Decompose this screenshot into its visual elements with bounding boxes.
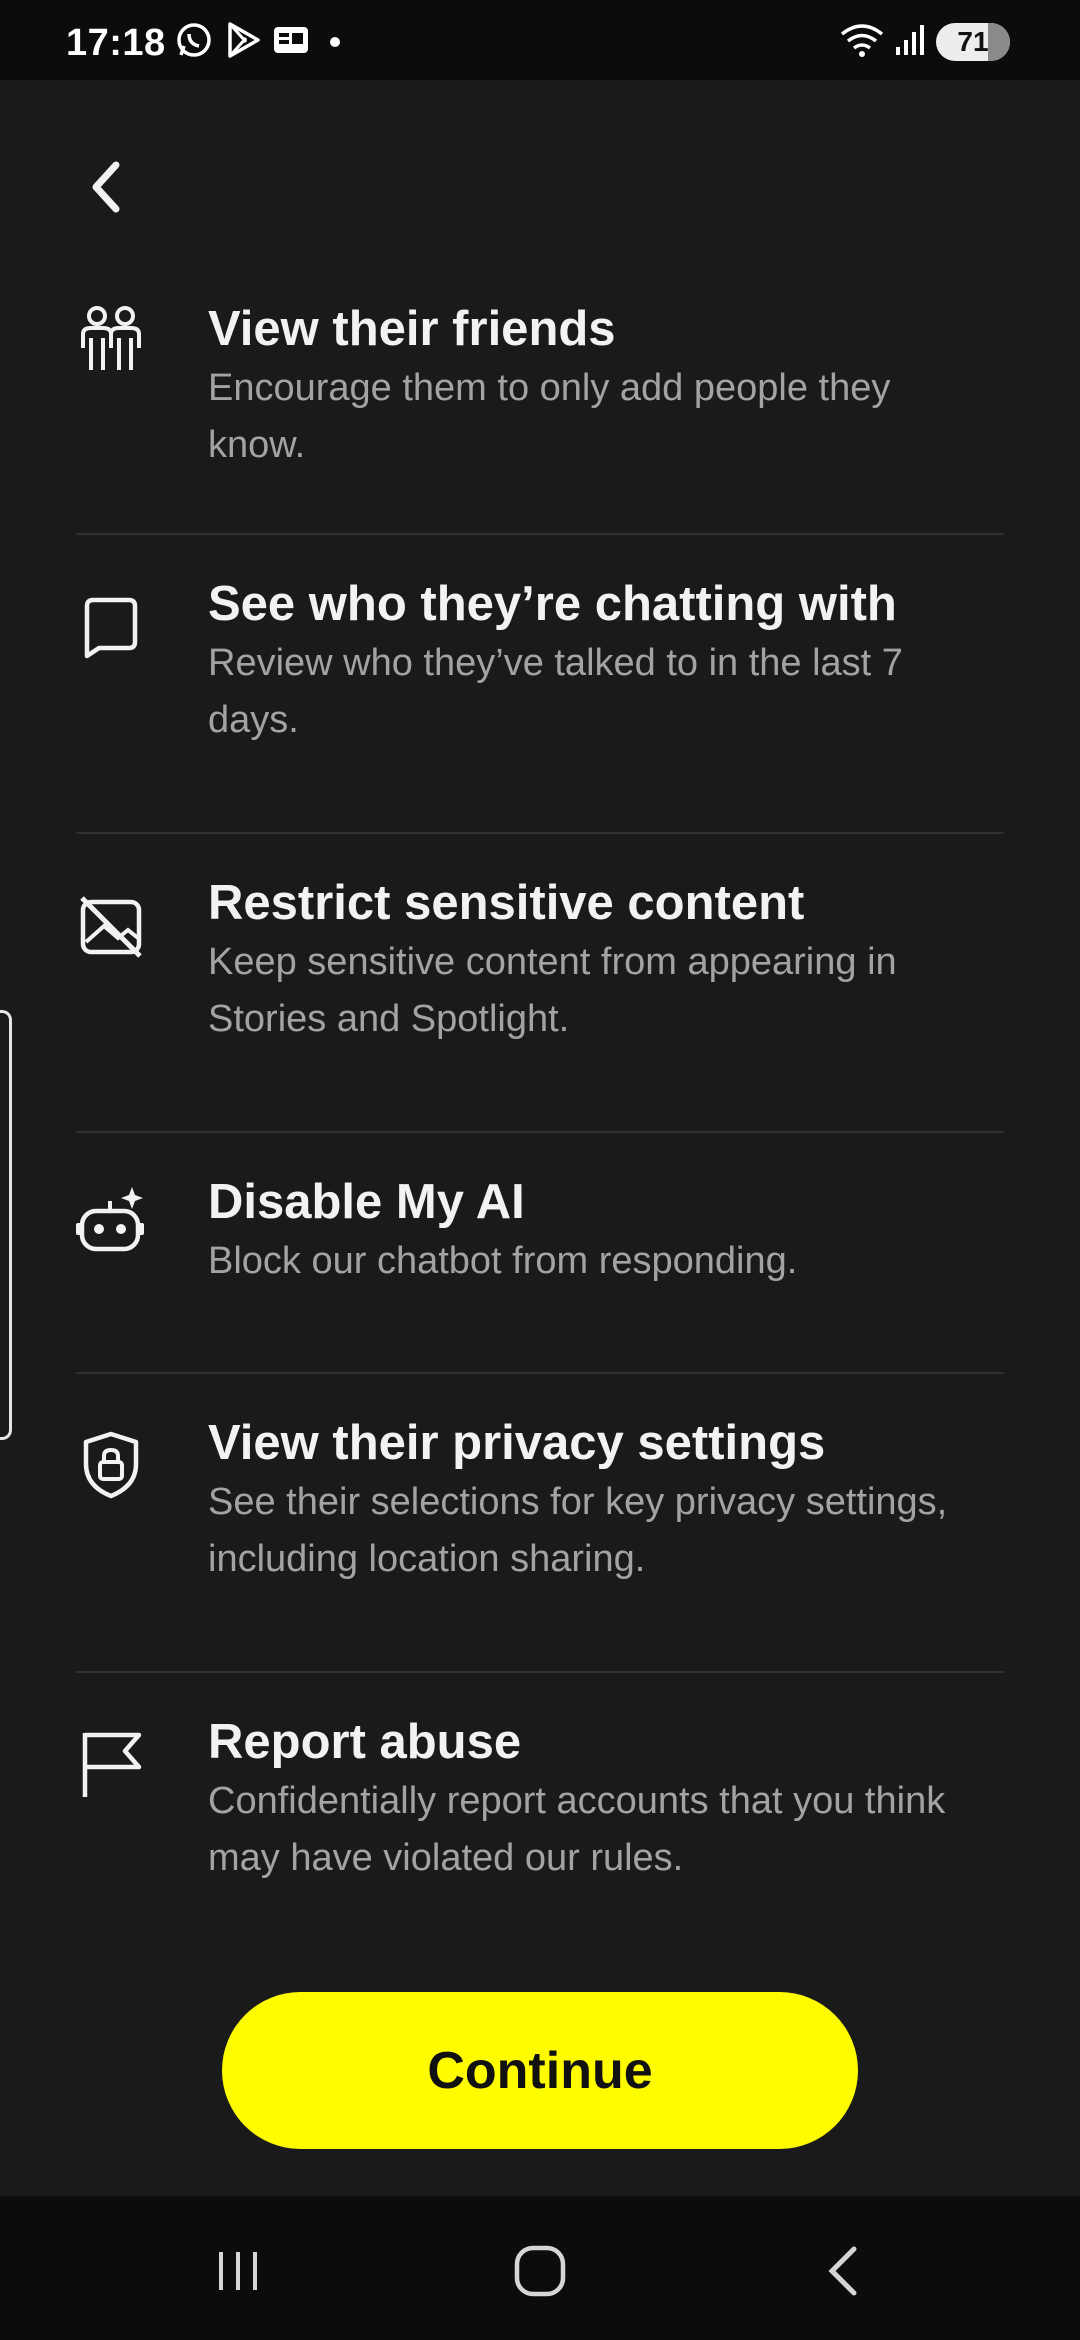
feature-chatting: See who they’re chatting with Review who… bbox=[76, 535, 1004, 834]
feature-description: Block our chatbot from responding. bbox=[208, 1240, 798, 1282]
friends-icon bbox=[76, 304, 146, 374]
home-button[interactable] bbox=[500, 2238, 580, 2304]
robot-icon bbox=[76, 1185, 146, 1255]
signal-icon bbox=[894, 23, 926, 62]
feature-title: Disable My AI bbox=[208, 1175, 525, 1229]
feature-description: Confidentially report accounts that you … bbox=[208, 1780, 946, 1879]
feature-title: View their privacy settings bbox=[208, 1416, 826, 1470]
back-nav-button[interactable] bbox=[804, 2238, 884, 2304]
feature-title: See who they’re chatting with bbox=[208, 577, 897, 631]
feature-description: Keep sensitive content from appearing in… bbox=[208, 941, 897, 1040]
back-icon bbox=[828, 2246, 857, 2296]
status-bar: 17:18 71 bbox=[0, 0, 1080, 80]
news-icon bbox=[272, 24, 310, 61]
battery-level: 71 bbox=[957, 26, 989, 57]
notification-icons bbox=[174, 20, 340, 65]
status-right: 71 bbox=[840, 22, 1010, 62]
feature-restrict-content: Restrict sensitive content Keep sensitiv… bbox=[76, 834, 1004, 1133]
dot-icon bbox=[330, 37, 340, 47]
feature-privacy-settings: View their privacy settings See their se… bbox=[76, 1374, 1004, 1673]
feature-list: View their friends Encourage them to onl… bbox=[0, 280, 1080, 1933]
restricted-content-icon bbox=[76, 892, 146, 962]
recents-button[interactable] bbox=[198, 2238, 278, 2304]
shield-lock-icon bbox=[76, 1430, 146, 1500]
edge-panel-handle[interactable] bbox=[0, 1010, 12, 1440]
feature-disable-my-ai: Disable My AI Block our chatbot from res… bbox=[76, 1133, 1004, 1374]
home-icon bbox=[514, 2245, 566, 2297]
feature-description: See their selections for key privacy set… bbox=[208, 1481, 948, 1580]
chat-icon bbox=[76, 593, 146, 663]
battery-icon: 71 bbox=[936, 23, 1010, 61]
chevron-left-icon bbox=[92, 161, 120, 213]
wifi-icon bbox=[840, 22, 884, 63]
status-time: 17:18 bbox=[66, 22, 166, 64]
feature-description: Review who they’ve talked to in the last… bbox=[208, 642, 903, 741]
recents-icon bbox=[219, 2252, 257, 2290]
play-store-icon bbox=[224, 20, 262, 65]
back-button[interactable] bbox=[76, 150, 136, 224]
whatsapp-icon bbox=[174, 20, 214, 65]
feature-report-abuse: Report abuse Confidentially report accou… bbox=[76, 1673, 1004, 1933]
feature-description: Encourage them to only add people they k… bbox=[208, 367, 891, 466]
feature-title: Restrict sensitive content bbox=[208, 876, 805, 930]
feature-title: View their friends bbox=[208, 302, 616, 356]
continue-button[interactable]: Continue bbox=[222, 1992, 858, 2149]
flag-icon bbox=[76, 1729, 146, 1799]
feature-title: Report abuse bbox=[208, 1715, 522, 1769]
feature-view-friends: View their friends Encourage them to onl… bbox=[76, 280, 1004, 535]
navigation-bar bbox=[0, 2196, 1080, 2340]
